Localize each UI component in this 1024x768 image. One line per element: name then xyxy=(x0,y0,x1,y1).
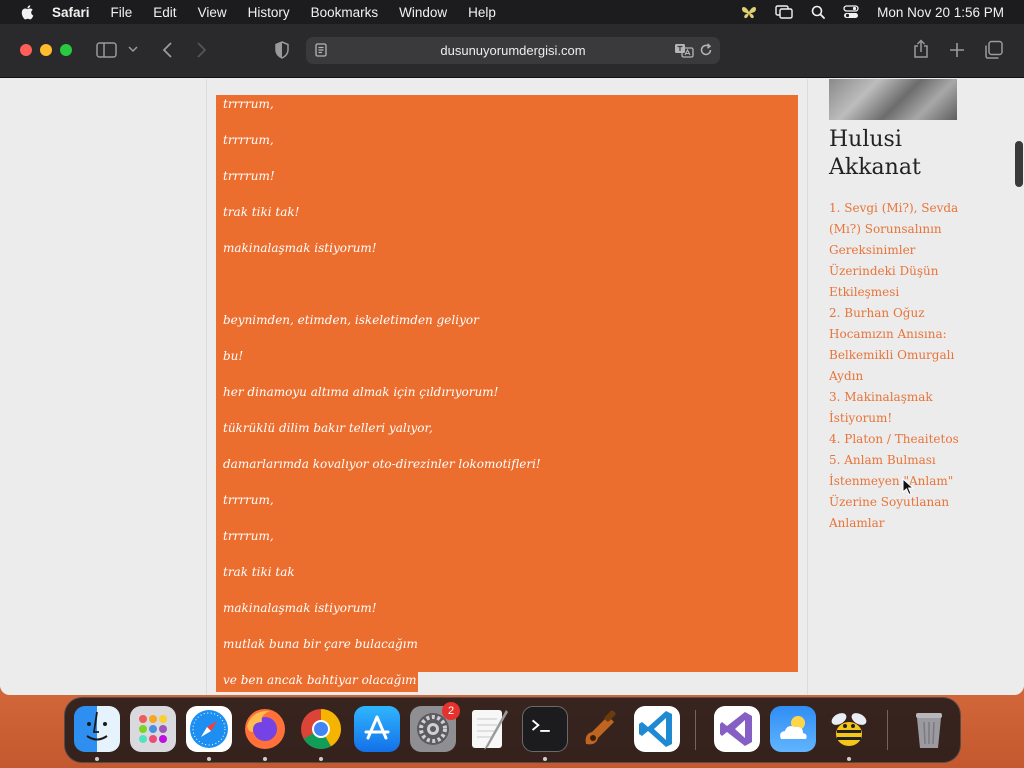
translate-icon[interactable] xyxy=(674,43,694,58)
running-indicator xyxy=(319,757,323,761)
close-window-button[interactable] xyxy=(20,44,32,56)
running-indicator xyxy=(207,757,211,761)
chrome-icon[interactable] xyxy=(298,706,344,752)
terminal-icon[interactable] xyxy=(522,706,568,752)
poem-line: trak tiki tak xyxy=(223,565,295,579)
poem-line: bu! xyxy=(223,349,244,363)
poem-line: mutlak buna bir çare bulacağım xyxy=(223,637,418,651)
zoom-window-button[interactable] xyxy=(60,44,72,56)
menu-window[interactable]: Window xyxy=(399,5,447,20)
running-indicator xyxy=(263,757,267,761)
poem-line: trrrrum, xyxy=(223,493,274,507)
running-indicator xyxy=(847,757,851,761)
running-indicator xyxy=(95,757,99,761)
forward-icon[interactable] xyxy=(196,41,208,59)
scrollbar-thumb[interactable] xyxy=(1015,141,1023,187)
weather-icon[interactable] xyxy=(770,706,816,752)
poem-line: makinalaşmak istiyorum! xyxy=(223,241,377,255)
poem-line: makinalaşmak istiyorum! xyxy=(223,601,377,615)
post-link[interactable]: 4. Platon / Theaitetos xyxy=(829,429,961,450)
dock-separator xyxy=(887,710,888,750)
dock-separator xyxy=(695,710,696,750)
safari-window: dusunuyorumdergisi.com trrrrum, trrrrum,… xyxy=(0,24,1024,695)
poem-line: beynimden, etimden, iskeletimden geliyor xyxy=(223,313,479,327)
reload-icon[interactable] xyxy=(699,43,713,57)
apple-icon[interactable] xyxy=(20,4,34,20)
control-center-icon[interactable] xyxy=(843,5,859,19)
tab-overview-icon[interactable] xyxy=(984,40,1004,60)
post-link[interactable]: 3. Makinalaşmak İstiyorum! xyxy=(829,387,961,429)
address-bar[interactable]: dusunuyorumdergisi.com xyxy=(306,37,720,64)
back-icon[interactable] xyxy=(161,41,173,59)
author-name: Hulusi Akkanat xyxy=(829,127,921,180)
chevron-down-icon[interactable] xyxy=(128,45,138,53)
mouse-cursor-icon xyxy=(902,478,914,496)
web-page: trrrrum, trrrrum, trrrrum! trak tiki tak… xyxy=(0,79,1024,695)
author-post-list: 1. Sevgi (Mi?), Sevda (Mı?) Sorunsalının… xyxy=(829,198,961,534)
firefox-icon[interactable] xyxy=(242,706,288,752)
menu-bar: Safari File Edit View History Bookmarks … xyxy=(0,0,1024,24)
textedit-icon[interactable] xyxy=(466,706,512,752)
post-link[interactable]: 2. Burhan Oğuz Hocamızın Anısına: Belkem… xyxy=(829,303,961,387)
post-link[interactable]: 1. Sevgi (Mi?), Sevda (Mı?) Sorunsalının… xyxy=(829,198,961,303)
screen-mirroring-icon[interactable] xyxy=(775,5,793,19)
menu-clock[interactable]: Mon Nov 20 1:56 PM xyxy=(877,5,1004,20)
share-icon[interactable] xyxy=(912,39,930,59)
cyberduck-icon[interactable] xyxy=(826,706,872,752)
new-tab-icon[interactable] xyxy=(948,41,966,59)
butterfly-icon[interactable] xyxy=(741,5,757,19)
launchpad-icon[interactable] xyxy=(130,706,176,752)
poem-line: trrrrum, xyxy=(223,529,274,543)
instruments-icon[interactable] xyxy=(578,706,624,752)
poem-line: trrrrum, xyxy=(223,133,274,147)
privacy-shield-icon[interactable] xyxy=(274,41,290,59)
safari-icon[interactable] xyxy=(186,706,232,752)
menu-edit[interactable]: Edit xyxy=(153,5,176,20)
finder-icon[interactable] xyxy=(74,706,120,752)
menu-app-name[interactable]: Safari xyxy=(52,5,90,20)
search-icon[interactable] xyxy=(811,5,826,19)
menu-history[interactable]: History xyxy=(248,5,290,20)
text-selection-highlight xyxy=(216,95,798,672)
visual-studio-icon[interactable] xyxy=(714,706,760,752)
poem-line: trak tiki tak! xyxy=(223,205,300,219)
url-text[interactable]: dusunuyorumdergisi.com xyxy=(306,43,720,58)
app-store-icon[interactable] xyxy=(354,706,400,752)
post-link[interactable]: 5. Anlam Bulması İstenmeyen "Anlam" Üzer… xyxy=(829,450,961,534)
running-indicator xyxy=(543,757,547,761)
poem-line: ve ben ancak bahtiyar olacağım xyxy=(223,673,417,687)
vscode-icon[interactable] xyxy=(634,706,680,752)
trash-icon[interactable] xyxy=(906,706,952,752)
author-photo[interactable] xyxy=(829,79,957,120)
poem-line: tükrüklü dilim bakır telleri yalıyor, xyxy=(223,421,433,435)
menu-view[interactable]: View xyxy=(198,5,227,20)
poem-line: trrrrum, xyxy=(223,97,274,111)
poem-line: her dinamoyu altıma almak için çıldırıyo… xyxy=(223,385,499,399)
poem-line: damarlarımda kovalıyor oto-direzinler lo… xyxy=(223,457,541,471)
browser-toolbar: dusunuyorumdergisi.com xyxy=(0,24,1024,78)
menu-help[interactable]: Help xyxy=(468,5,496,20)
sidebar-toggle-icon[interactable] xyxy=(96,41,118,59)
menu-bookmarks[interactable]: Bookmarks xyxy=(311,5,379,20)
notification-badge: 2 xyxy=(442,702,460,720)
minimize-window-button[interactable] xyxy=(40,44,52,56)
poem-line: trrrrum! xyxy=(223,169,275,183)
menu-file[interactable]: File xyxy=(111,5,133,20)
dock: 2 xyxy=(64,697,961,763)
